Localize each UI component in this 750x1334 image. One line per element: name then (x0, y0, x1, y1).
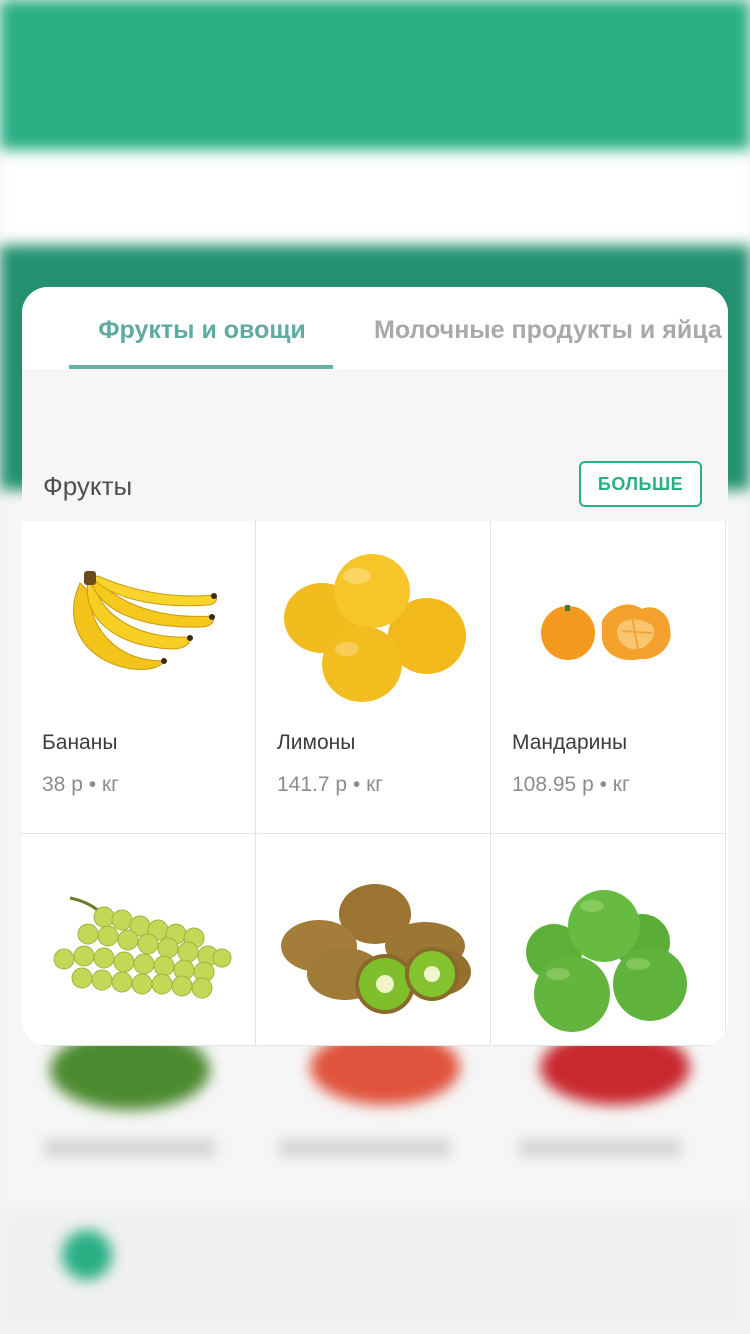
product-name: Лимоны (277, 731, 356, 754)
kiwi-icon (281, 884, 471, 1014)
product-card[interactable]: Бананы 38 р • кг (22, 521, 256, 834)
category-tabs: Фрукты и овощи Молочные продукты и яйца (22, 287, 728, 370)
section-header: Фрукты БОЛЬШЕ (22, 369, 728, 521)
product-name: Бананы (42, 731, 118, 754)
section-title: Фрукты (43, 471, 133, 501)
product-card[interactable] (257, 834, 491, 1046)
product-card[interactable] (22, 834, 256, 1046)
product-price: 38 р • кг (42, 773, 119, 796)
background-header (0, 0, 750, 150)
tangerine-icon (541, 604, 671, 661)
product-name: Мандарины (512, 731, 628, 754)
product-card[interactable] (492, 834, 726, 1046)
product-card[interactable]: Лимоны 141.7 р • кг (257, 521, 491, 834)
lemon-icon (284, 554, 466, 702)
background-tab-bar (0, 1210, 750, 1334)
tab-fruits-vegetables[interactable]: Фрукты и овощи (70, 287, 334, 369)
tab-dairy-eggs[interactable]: Молочные продукты и яйца (374, 287, 722, 369)
product-price: 108.95 р • кг (512, 773, 630, 796)
apple-icon (526, 890, 687, 1032)
product-price: 141.7 р • кг (277, 773, 383, 796)
banana-icon (73, 571, 217, 670)
product-card[interactable]: Мандарины 108.95 р • кг (492, 521, 726, 834)
grapes-icon (53, 896, 232, 999)
product-grid: Бананы 38 р • кг Лимоны 141.7 р • кг Ман… (22, 521, 728, 1046)
more-button[interactable]: БОЛЬШЕ (579, 461, 702, 507)
background-search-bar (0, 150, 750, 245)
category-modal: Фрукты и овощи Молочные продукты и яйца … (22, 287, 728, 1046)
